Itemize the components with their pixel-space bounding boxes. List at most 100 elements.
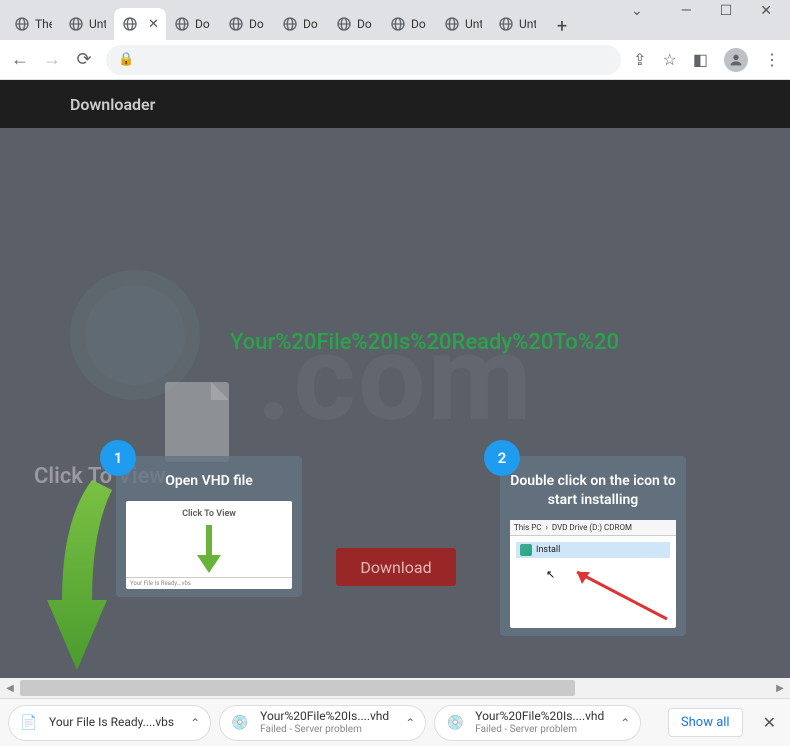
globe-icon bbox=[122, 16, 138, 32]
side-panel-icon[interactable]: ◧ bbox=[693, 50, 708, 69]
toolbar-right: ⇪ ☆ ◧ ⋮ bbox=[633, 48, 780, 72]
chevron-up-icon[interactable]: ⌃ bbox=[620, 716, 630, 730]
watermark-logo bbox=[70, 270, 200, 400]
tab-close-icon[interactable]: ✕ bbox=[148, 17, 159, 32]
step-badge-2: 2 bbox=[484, 440, 520, 476]
menu-icon[interactable]: ⋮ bbox=[764, 50, 780, 69]
disk-icon: 💿 bbox=[445, 713, 465, 733]
tab-0[interactable]: The bbox=[6, 8, 60, 40]
step-title-1: Open VHD file bbox=[116, 456, 302, 501]
download-name: Your%20File%20Is....vhd bbox=[260, 710, 389, 724]
mini-arrow-icon bbox=[194, 525, 224, 575]
globe-icon bbox=[228, 16, 244, 32]
download-button[interactable]: Download bbox=[336, 548, 456, 586]
download-name: Your%20File%20Is....vhd bbox=[475, 710, 604, 724]
step-thumbnail-2: This PC › DVD Drive (D:) CDROM Install ↖ bbox=[510, 520, 676, 628]
scroll-thumb[interactable] bbox=[20, 680, 575, 696]
lock-icon: 🔒 bbox=[118, 52, 134, 67]
disk-icon: 💿 bbox=[230, 713, 250, 733]
tab-5[interactable]: Do bbox=[274, 8, 328, 40]
window-controls: ⌄ — ☐ ✕ bbox=[610, 0, 790, 22]
browser-toolbar: ← → ⟳ 🔒 ⇪ ☆ ◧ ⋮ bbox=[0, 40, 790, 80]
globe-icon bbox=[282, 16, 298, 32]
tab-8[interactable]: Unt bbox=[436, 8, 490, 40]
tab-title: Do bbox=[195, 17, 210, 31]
forward-button[interactable]: → bbox=[42, 49, 62, 70]
globe-icon bbox=[390, 16, 406, 32]
step-number: 1 bbox=[114, 449, 123, 467]
horizontal-scrollbar[interactable]: ◀ ▶ bbox=[0, 678, 790, 698]
page-brand-header: Downloader bbox=[0, 80, 790, 128]
headline-text: Your%20File%20Is%20Ready%20To%20 bbox=[230, 330, 790, 355]
download-status: Failed - Server problem bbox=[475, 724, 604, 736]
show-all-button[interactable]: Show all bbox=[668, 708, 743, 737]
scroll-right-icon[interactable]: ▶ bbox=[770, 683, 790, 694]
step-thumbnail-1: Click To View Your File Is Ready...vbs bbox=[126, 501, 292, 589]
share-icon[interactable]: ⇪ bbox=[633, 50, 646, 69]
tab-9[interactable]: Unt bbox=[490, 8, 544, 40]
download-name: Your File Is Ready....vbs bbox=[49, 716, 174, 730]
brand-label: Downloader bbox=[70, 95, 155, 114]
path-thispc: This PC bbox=[514, 523, 542, 532]
step-card-1: 1 Open VHD file Click To View Your File … bbox=[116, 456, 302, 597]
globe-icon bbox=[14, 16, 30, 32]
close-button[interactable]: ✕ bbox=[760, 3, 772, 19]
maximize-button[interactable]: ☐ bbox=[720, 3, 733, 19]
download-button-label: Download bbox=[360, 558, 431, 577]
tab-2-active[interactable]: ✕ bbox=[114, 8, 166, 40]
globe-icon bbox=[68, 16, 84, 32]
globe-icon bbox=[336, 16, 352, 32]
scroll-left-icon[interactable]: ◀ bbox=[0, 683, 20, 694]
show-all-label: Show all bbox=[681, 715, 730, 730]
tab-title: Do bbox=[357, 17, 372, 31]
chevron-up-icon[interactable]: ⌃ bbox=[190, 716, 200, 730]
download-item-2[interactable]: 💿 Your%20File%20Is....vhd Failed - Serve… bbox=[434, 705, 641, 741]
scroll-track[interactable] bbox=[20, 680, 770, 696]
tab-7[interactable]: Do bbox=[382, 8, 436, 40]
install-label: Install bbox=[536, 545, 560, 555]
path-sep: › bbox=[546, 523, 548, 532]
shelf-close-icon[interactable]: ✕ bbox=[757, 713, 782, 732]
tab-title: Do bbox=[411, 17, 426, 31]
thumb-footer: Your File Is Ready...vbs bbox=[126, 577, 292, 589]
step-badge-1: 1 bbox=[100, 440, 136, 476]
tab-title: Unt bbox=[519, 17, 536, 31]
person-icon bbox=[728, 52, 744, 68]
file-icon: 📄 bbox=[19, 713, 39, 733]
tab-title: The bbox=[35, 17, 52, 31]
document-icon bbox=[165, 382, 229, 462]
red-arrow-icon bbox=[562, 564, 672, 624]
install-row: Install bbox=[516, 542, 670, 558]
tab-title: Do bbox=[303, 17, 318, 31]
thumb-click-label: Click To View bbox=[126, 509, 292, 519]
tab-title: Do bbox=[249, 17, 264, 31]
cursor-icon: ↖ bbox=[546, 568, 555, 581]
install-icon bbox=[520, 544, 532, 556]
download-shelf: 📄 Your File Is Ready....vbs ⌃ 💿 Your%20F… bbox=[0, 698, 790, 746]
tab-title: Unt bbox=[89, 17, 106, 31]
chevron-up-icon[interactable]: ⌃ bbox=[405, 716, 415, 730]
address-bar[interactable]: 🔒 bbox=[106, 45, 621, 75]
path-drive: DVD Drive (D:) CDROM bbox=[552, 523, 632, 532]
reload-button[interactable]: ⟳ bbox=[74, 49, 94, 70]
tab-1[interactable]: Unt bbox=[60, 8, 114, 40]
tab-3[interactable]: Do bbox=[166, 8, 220, 40]
step-title-2: Double click on the icon to start instal… bbox=[500, 456, 686, 520]
minimize-button[interactable]: — bbox=[681, 3, 692, 19]
chevron-down-icon[interactable]: ⌄ bbox=[631, 3, 643, 19]
download-status: Failed - Server problem bbox=[260, 724, 389, 736]
download-arrow-icon bbox=[42, 480, 122, 678]
explorer-path: This PC › DVD Drive (D:) CDROM bbox=[510, 520, 676, 536]
download-item-0[interactable]: 📄 Your File Is Ready....vbs ⌃ bbox=[8, 705, 211, 741]
step-number: 2 bbox=[498, 449, 507, 467]
download-item-1[interactable]: 💿 Your%20File%20Is....vhd Failed - Serve… bbox=[219, 705, 426, 741]
globe-icon bbox=[174, 16, 190, 32]
new-tab-button[interactable]: + bbox=[548, 12, 576, 40]
step-card-2: 2 Double click on the icon to start inst… bbox=[500, 456, 686, 636]
tab-4[interactable]: Do bbox=[220, 8, 274, 40]
back-button[interactable]: ← bbox=[10, 49, 30, 70]
profile-avatar[interactable] bbox=[724, 48, 748, 72]
bookmark-icon[interactable]: ☆ bbox=[663, 50, 677, 69]
tab-6[interactable]: Do bbox=[328, 8, 382, 40]
page-content: Downloader .com Your%20File%20Is%20Ready… bbox=[0, 80, 790, 678]
